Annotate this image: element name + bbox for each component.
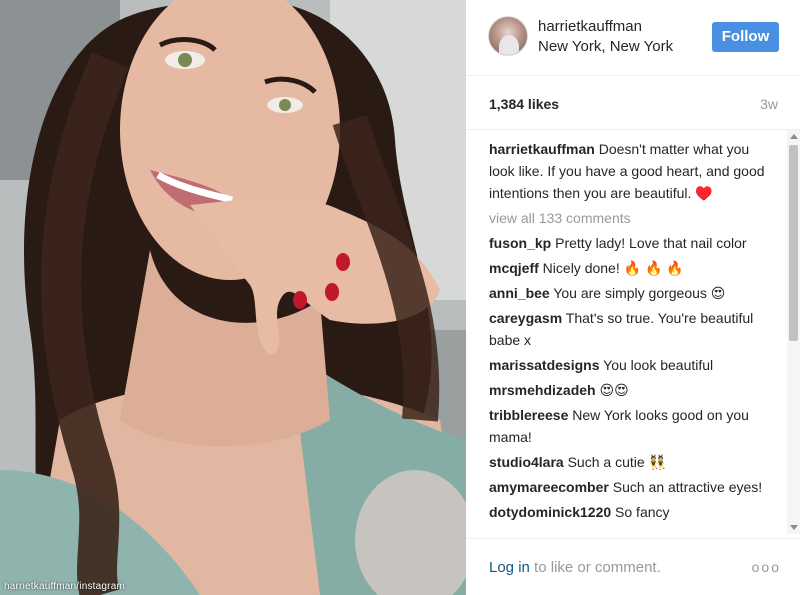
post-time[interactable]: 3w [760, 96, 778, 112]
header-location[interactable]: New York, New York [538, 38, 673, 55]
comments-scrollbar[interactable] [787, 130, 800, 534]
caption: harrietkauffman Doesn't matter what you … [489, 138, 774, 204]
comment-text: Nicely done! 🔥 🔥 🔥 [538, 260, 684, 276]
scroll-thumb[interactable] [789, 145, 798, 341]
caption-user[interactable]: harrietkauffman [489, 141, 595, 157]
post-side-panel: harrietkauffman New York, New York Follo… [466, 0, 800, 595]
post-footer: Log in to like or comment. ooo [466, 538, 800, 595]
comment-user[interactable]: tribblereese [489, 407, 568, 423]
likes-count[interactable]: 1,384 likes [489, 96, 559, 112]
comment-text: You are simply gorgeous 😍 [549, 285, 726, 301]
comment-text: You look beautiful [599, 357, 714, 373]
comment-user[interactable]: fuson_kp [489, 235, 551, 251]
scroll-up-arrow-icon[interactable] [790, 134, 798, 139]
comment-user[interactable]: anni_bee [489, 285, 550, 301]
comment-item: dotydominick1220 So fancy [489, 501, 774, 523]
comment-user[interactable]: marissatdesigns [489, 357, 600, 373]
comment-text: Pretty lady! Love that nail color [551, 235, 747, 251]
comment-item: mcqjeff Nicely done! 🔥 🔥 🔥 [489, 257, 774, 279]
photo-credit: harrietkauffman/instagram [4, 581, 125, 592]
comment-text: So fancy [611, 504, 670, 520]
comment-item: fuson_kp Pretty lady! Love that nail col… [489, 232, 774, 254]
avatar[interactable] [488, 16, 528, 56]
view-all-comments-link[interactable]: view all 133 comments [489, 207, 774, 229]
login-link[interactable]: Log in [489, 559, 530, 576]
post-photo[interactable]: harrietkauffman/instagram [0, 0, 466, 595]
comment-user[interactable]: careygasm [489, 310, 562, 326]
comment-text: Such a cutie 👯 [563, 454, 666, 470]
login-prompt: Log in to like or comment. [489, 559, 661, 576]
comment-user[interactable]: amymareecomber [489, 479, 609, 495]
comment-item: careygasm That's so true. You're beautif… [489, 307, 774, 351]
likes-row: 1,384 likes 3w [466, 76, 800, 130]
selfie-image [0, 0, 466, 595]
comment-user[interactable]: mcqjeff [489, 260, 539, 276]
comment-item: studio4lara Such a cutie 👯 [489, 451, 774, 473]
comment-item: mrsmehdizadeh 😍😍 [489, 379, 774, 401]
login-prompt-text: to like or comment. [529, 559, 661, 576]
more-options-icon[interactable]: ooo [752, 559, 781, 575]
follow-button[interactable]: Follow [712, 22, 779, 52]
comment-user[interactable]: dotydominick1220 [489, 504, 611, 520]
comment-item: tribblereese New York looks good on you … [489, 404, 774, 448]
comment-item: marissatdesigns You look beautiful [489, 354, 774, 376]
comment-item: anni_bee You are simply gorgeous 😍 [489, 282, 774, 304]
post-header: harrietkauffman New York, New York Follo… [466, 0, 800, 76]
comment-text: Such an attractive eyes! [608, 479, 763, 495]
comment-text: 😍😍 [595, 382, 629, 398]
comments-list: harrietkauffman Doesn't matter what you … [466, 130, 786, 538]
scroll-down-arrow-icon[interactable] [790, 525, 798, 530]
header-username[interactable]: harrietkauffman [538, 18, 642, 35]
comment-item: amymareecomber Such an attractive eyes! [489, 476, 774, 498]
comment-user[interactable]: mrsmehdizadeh [489, 382, 596, 398]
comment-user[interactable]: studio4lara [489, 454, 564, 470]
